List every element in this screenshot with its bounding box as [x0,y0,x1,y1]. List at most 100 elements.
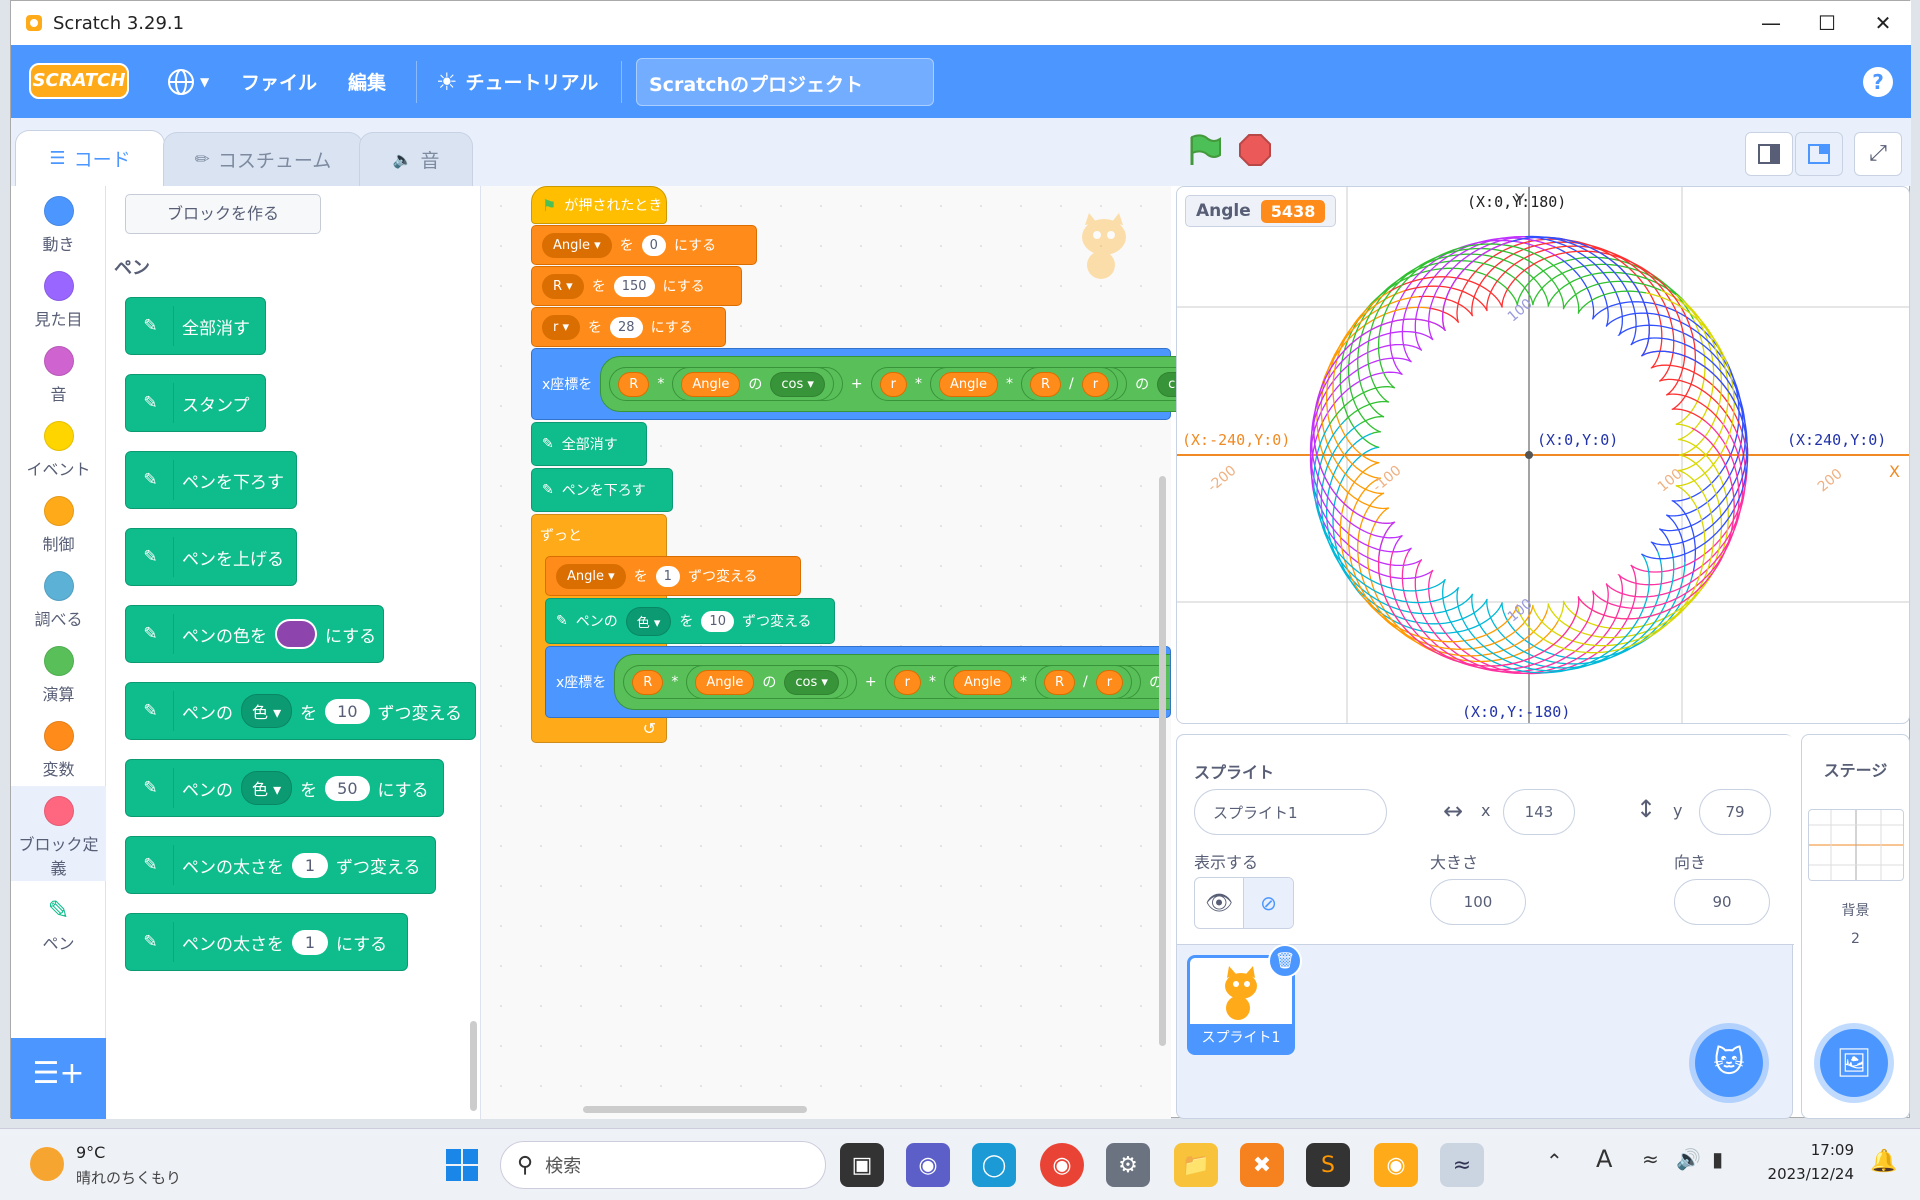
monitor-chart-icon[interactable]: ≈ [1440,1143,1484,1187]
category-control[interactable]: 制御 [11,496,106,555]
operator-divide[interactable]: R / r [1034,665,1133,699]
variable-monitor[interactable]: Angle 5438 [1185,195,1337,227]
category-events[interactable]: イベント [11,421,106,480]
operator-multiply[interactable]: R * Angle の cos ▾ [609,367,843,401]
operator-multiply[interactable]: r*Angle*R/rのcos ▾ [870,367,1221,401]
stage-canvas[interactable]: Angle 5438 (X:0,Y:180) (X:-240,Y:0) (X:0,… [1176,186,1910,724]
change-pen-param-block[interactable]: ✎ ペンの色 ▾ を 10 ずつ変える [125,682,476,740]
change-pen-color-block[interactable]: ✎ ペンの色 ▾ を 10 ずつ変える [545,598,835,644]
add-sprite-button[interactable]: 🐱 [1695,1029,1763,1097]
workspace-vertical-scrollbar[interactable] [1159,476,1166,1046]
add-backdrop-button[interactable]: 🖼 [1820,1029,1888,1097]
pen-clear-block[interactable]: ✎ 全部消す [125,297,266,355]
set-R-block[interactable]: R ▾ を 150 にする [531,266,742,306]
variable-reporter[interactable]: R [1043,669,1076,695]
set-pen-color-block[interactable]: ✎ ペンの色を にする [125,605,384,663]
category-my-blocks[interactable]: ブロック定義 [11,786,106,881]
pen-clear-block[interactable]: ✎ 全部消す [531,422,647,466]
variable-reporter[interactable]: Angle [695,669,755,695]
set-angle-block[interactable]: Angle ▾ を 0 にする [531,225,757,265]
close-window-button[interactable]: ✕ [1855,1,1911,45]
xampp-icon[interactable]: ✖ [1240,1143,1284,1187]
set-x-block[interactable]: x座標を R*Angleのcos ▾ + r*Angle*R/rのcos ▾ [531,348,1230,420]
variable-reporter[interactable]: R [618,371,650,397]
file-menu[interactable]: ファイル [241,45,317,118]
variable-dropdown[interactable]: Angle ▾ [556,563,626,589]
category-pen[interactable]: ✎ ペン [11,896,106,954]
help-icon[interactable]: ? [1863,67,1893,97]
math-op-reporter[interactable]: Angle の cos ▾ [672,367,834,401]
variable-reporter[interactable]: Angle [681,371,741,397]
chrome-icon[interactable]: ◉ [1040,1143,1084,1187]
green-flag-icon[interactable] [1186,133,1222,167]
edit-menu[interactable]: 編集 [348,45,386,118]
when-flag-clicked-block[interactable]: ⚑ が押されたとき [531,186,667,224]
start-icon[interactable] [440,1143,484,1187]
ime-icon[interactable]: A [1596,1145,1612,1173]
operator-multiply[interactable]: Angle * R / r [929,367,1128,401]
weather-icon[interactable] [30,1147,64,1181]
category-motion[interactable]: 動き [11,196,106,255]
math-function-dropdown[interactable]: cos ▾ [770,371,825,397]
battery-icon[interactable]: ▮ [1712,1147,1723,1171]
pen-down-block[interactable]: ✎ ペンを下ろす [531,468,673,512]
category-operators[interactable]: 演算 [11,646,106,705]
category-sensing[interactable]: 調べる [11,571,106,630]
value-input[interactable]: 0 [641,234,666,256]
variable-reporter[interactable]: Angle [938,371,998,397]
operator-divide[interactable]: R / r [1020,367,1119,401]
hide-eye-icon[interactable]: ⊘ [1244,878,1293,928]
value-input[interactable]: 1 [655,565,680,587]
operator-add[interactable]: R*Angleのcos ▾ + r*Angle*R/rのcos ▾ [614,654,1170,710]
wifi-icon[interactable]: ≈ [1642,1147,1659,1171]
stop-icon[interactable] [1239,134,1271,166]
task-view-icon[interactable]: ▣ [840,1143,884,1187]
variable-reporter[interactable]: r [879,371,907,397]
value-input[interactable]: 10 [701,610,734,632]
tab-code[interactable]: ☰ コード [15,130,165,186]
tab-sound[interactable]: 🔈 音 [359,132,473,186]
clock-time[interactable]: 17:09 [1762,1141,1854,1159]
maximize-button[interactable]: ☐ [1799,1,1855,45]
y-input[interactable]: 79 [1699,789,1771,835]
sublime-icon[interactable]: S [1306,1143,1350,1187]
category-sound[interactable]: 音 [11,346,106,405]
operator-multiply[interactable]: r*Angle*R/rのcos ▾ [884,665,1170,699]
change-pen-size-block[interactable]: ✎ ペンの太さを 1 ずつ変える [125,836,436,894]
minimize-button[interactable]: — [1743,1,1799,45]
taskbar-search[interactable]: ⚲ 検索 [500,1141,826,1189]
delete-sprite-icon[interactable]: 🗑 [1268,944,1302,978]
extension-button[interactable]: ☰+ [11,1038,106,1119]
palette-scrollbar[interactable] [470,1021,477,1111]
sprite-thumbnail[interactable]: スプライト1 🗑 [1187,944,1302,1055]
value-input[interactable]: 50 [325,775,370,801]
show-eye-icon[interactable]: 👁 [1195,878,1245,928]
value-input[interactable]: 28 [610,316,643,338]
project-title-input[interactable]: Scratchのプロジェクト [636,58,934,106]
clock-date[interactable]: 2023/12/24 [1762,1165,1854,1183]
set-x-block[interactable]: x座標を R*Angleのcos ▾ + r*Angle*R/rのcos ▾ [545,646,1171,718]
math-function-dropdown[interactable]: cos ▾ [784,669,839,695]
edge-icon[interactable]: ◯ [972,1143,1016,1187]
size-input[interactable]: 100 [1430,879,1526,925]
small-stage-button[interactable] [1745,132,1793,176]
tab-costume[interactable]: ✏ コスチューム [163,132,363,186]
settings-gear-icon[interactable]: ⚙ [1106,1143,1150,1187]
value-input[interactable]: 1 [292,929,328,955]
direction-input[interactable]: 90 [1674,879,1770,925]
scratch-taskbar-icon[interactable]: ◉ [1374,1143,1418,1187]
pen-down-block[interactable]: ✎ ペンを下ろす [125,451,297,509]
language-menu[interactable]: ▼ [166,45,209,118]
pen-stamp-block[interactable]: ✎ スタンプ [125,374,266,432]
folder-icon[interactable]: 📁 [1174,1143,1218,1187]
stage-thumbnail[interactable] [1808,809,1904,881]
set-pen-size-block[interactable]: ✎ ペンの太さを 1 にする [125,913,408,971]
variable-reporter[interactable]: R [1029,371,1062,397]
variable-reporter[interactable]: R [632,669,664,695]
x-input[interactable]: 143 [1503,789,1575,835]
fullscreen-icon[interactable]: ⤢ [1854,132,1902,176]
category-variables[interactable]: 変数 [11,721,106,780]
make-block-button[interactable]: ブロックを作る [125,194,321,234]
set-pen-param-block[interactable]: ✎ ペンの色 ▾ を 50 にする [125,759,444,817]
operator-multiply[interactable]: Angle * R / r [943,665,1142,699]
